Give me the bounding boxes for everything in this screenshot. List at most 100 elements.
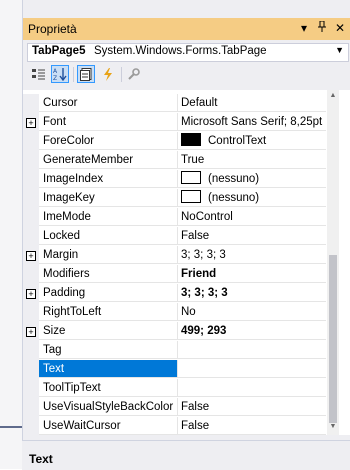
categorized-icon[interactable] (29, 65, 47, 83)
background-editor-area (0, 0, 22, 469)
object-selector[interactable]: TabPage5 System.Windows.Forms.TabPage ▼ (27, 43, 349, 62)
property-value[interactable]: 3; 3; 3; 3 (178, 284, 326, 302)
color-swatch (181, 133, 201, 146)
property-value-text: NoControl (181, 211, 233, 223)
scrollbar-thumb[interactable] (329, 255, 337, 423)
property-value[interactable]: Friend (178, 265, 326, 283)
property-name[interactable]: ForeColor (39, 132, 178, 150)
property-name[interactable]: ImageIndex (39, 170, 178, 188)
property-value[interactable]: No (178, 303, 326, 321)
property-value-text: True (181, 154, 205, 166)
property-name[interactable]: ToolTipText (39, 379, 178, 397)
property-name[interactable]: ImeMode (39, 208, 178, 226)
property-row[interactable]: Cursor Default (23, 94, 326, 113)
property-value-text: False (181, 401, 210, 413)
property-value[interactable]: (nessuno) (178, 170, 326, 188)
property-value[interactable]: 3; 3; 3; 3 (178, 246, 326, 264)
property-name[interactable]: Margin (39, 246, 178, 264)
property-row[interactable]: Locked False (23, 227, 326, 246)
property-name[interactable]: Font (39, 113, 178, 131)
object-type: System.Windows.Forms.TabPage (94, 45, 267, 57)
expand-icon[interactable]: + (26, 327, 36, 337)
property-row[interactable]: GenerateMember True (23, 151, 326, 170)
properties-panel: Proprietà ▾ ✕ TabPage5 System.Windows.Fo… (22, 0, 350, 440)
property-value[interactable]: ControlText (178, 132, 326, 150)
property-name[interactable]: GenerateMember (39, 151, 178, 169)
property-row[interactable]: + Font Microsoft Sans Serif; 8,25pt (23, 113, 326, 132)
property-name[interactable]: Tag (39, 341, 178, 359)
description-pane: Text (22, 440, 350, 470)
property-value[interactable]: True (178, 151, 326, 169)
property-name[interactable]: Modifiers (39, 265, 178, 283)
row-gutter (23, 151, 39, 170)
close-icon[interactable]: ✕ (335, 21, 345, 35)
property-row[interactable]: + Padding 3; 3; 3; 3 (23, 284, 326, 303)
property-value[interactable]: 499; 293 (178, 322, 326, 340)
property-row[interactable]: RightToLeft No (23, 303, 326, 322)
property-value[interactable]: False (178, 227, 326, 245)
row-gutter (23, 303, 39, 322)
property-name[interactable]: RightToLeft (39, 303, 178, 321)
property-row[interactable]: + Margin 3; 3; 3; 3 (23, 246, 326, 265)
row-gutter (23, 94, 39, 113)
property-name[interactable]: Text (39, 360, 178, 378)
row-gutter (23, 417, 39, 435)
property-value[interactable]: False (178, 417, 326, 435)
chevron-down-icon[interactable]: ▼ (335, 45, 344, 55)
property-name[interactable]: Padding (39, 284, 178, 302)
property-row[interactable]: Tag (23, 341, 326, 360)
properties-icon[interactable] (77, 65, 95, 83)
expand-icon[interactable]: + (26, 289, 36, 299)
property-name[interactable]: Size (39, 322, 178, 340)
expand-icon[interactable]: + (26, 118, 36, 128)
expand-icon[interactable]: + (26, 251, 36, 261)
property-value[interactable]: NoControl (178, 208, 326, 226)
object-name: TabPage5 (32, 45, 86, 57)
property-value[interactable] (178, 379, 326, 397)
property-value-text: False (181, 230, 210, 242)
panel-title-bar[interactable]: Proprietà ▾ ✕ (23, 18, 350, 40)
property-grid: Cursor Default + Font Microsoft Sans Serif; … (23, 90, 350, 435)
property-row[interactable]: + Size 499; 293 (23, 322, 326, 341)
property-row[interactable]: ImageKey (nessuno) (23, 189, 326, 208)
property-name[interactable]: Cursor (39, 94, 178, 112)
row-gutter: + (23, 246, 39, 265)
property-row[interactable]: Text (23, 360, 326, 379)
events-icon[interactable] (99, 65, 117, 83)
alphabetical-icon[interactable]: AZ (51, 65, 69, 83)
property-value[interactable]: Microsoft Sans Serif; 8,25pt (178, 113, 326, 131)
dropdown-arrow-icon[interactable]: ▾ (299, 21, 309, 35)
row-gutter: + (23, 113, 39, 132)
property-row[interactable]: Modifiers Friend (23, 265, 326, 284)
row-gutter (23, 227, 39, 246)
row-gutter (23, 208, 39, 227)
property-row[interactable]: UseVisualStyleBackColor False (23, 398, 326, 417)
scroll-down-icon[interactable]: ▼ (327, 423, 339, 433)
property-value-text: (nessuno) (208, 173, 260, 185)
property-name[interactable]: UseVisualStyleBackColor (39, 398, 178, 416)
property-name[interactable]: ImageKey (39, 189, 178, 207)
property-value[interactable] (178, 341, 326, 359)
property-value-text: ControlText (208, 135, 267, 147)
property-row[interactable]: ToolTipText (23, 379, 326, 398)
property-row[interactable]: UseWaitCursor False (23, 417, 326, 435)
property-row[interactable]: ImeMode NoControl (23, 208, 326, 227)
property-value[interactable] (178, 360, 326, 378)
vertical-scrollbar[interactable]: ▲ ▼ (327, 90, 339, 435)
property-row[interactable]: ForeColor ControlText (23, 132, 326, 151)
toolbar-separator (73, 67, 74, 82)
pin-icon[interactable] (317, 20, 327, 35)
property-name[interactable]: UseWaitCursor (39, 417, 178, 435)
row-gutter (23, 341, 39, 360)
property-value[interactable]: False (178, 398, 326, 416)
row-gutter: + (23, 284, 39, 303)
property-value[interactable]: Default (178, 94, 326, 112)
property-name[interactable]: Locked (39, 227, 178, 245)
row-gutter (23, 379, 39, 398)
panel-title: Proprietà (28, 22, 77, 36)
property-value[interactable]: (nessuno) (178, 189, 326, 207)
scroll-up-icon[interactable]: ▲ (327, 92, 339, 102)
svg-text:Z: Z (53, 75, 57, 81)
property-pages-icon[interactable] (125, 65, 143, 83)
property-row[interactable]: ImageIndex (nessuno) (23, 170, 326, 189)
